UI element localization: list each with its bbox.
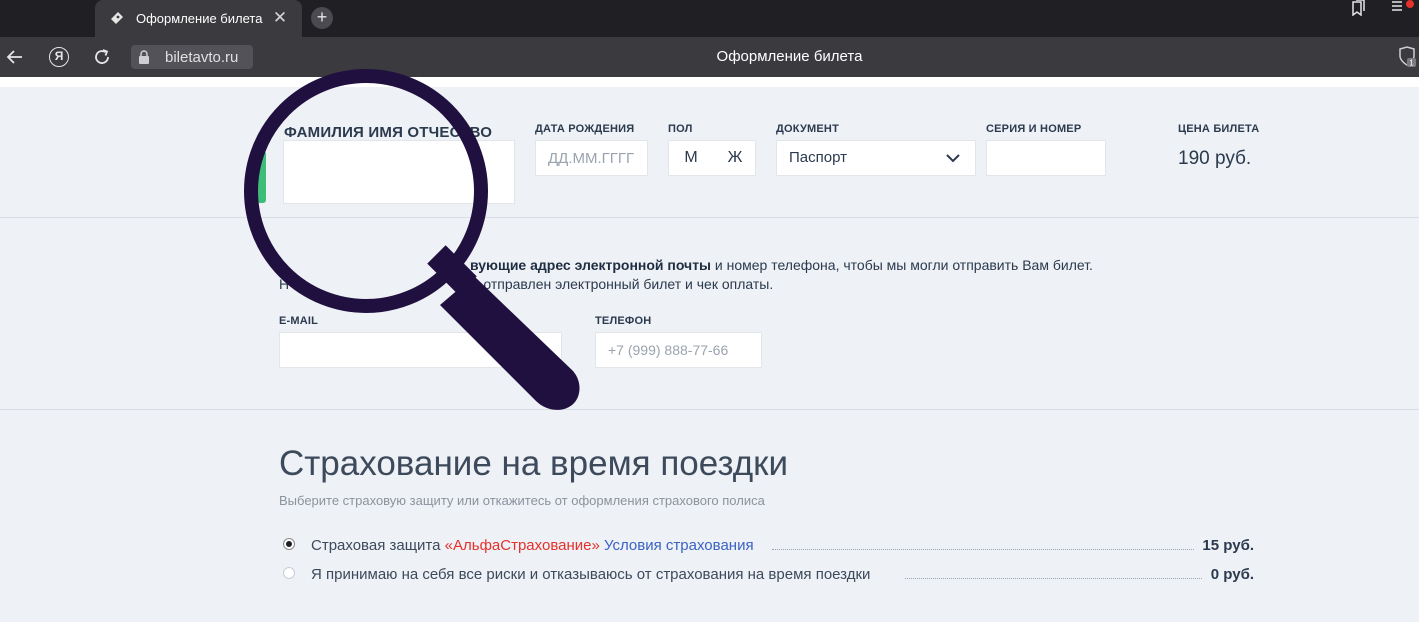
top-strip: [0, 77, 1419, 87]
new-tab-button[interactable]: +: [311, 7, 333, 29]
insurance-option-decline[interactable]: Я принимаю на себя все риски и отказываю…: [311, 566, 870, 583]
contacts-info-rest: и номер телефона, чтобы мы могли отправи…: [711, 257, 1093, 273]
full-name-label: ФАМИЛИЯ ИМЯ ОТЧЕСТВО: [284, 124, 493, 141]
notification-dot-icon: [1406, 0, 1414, 8]
contacts-info-bold: вующие адрес электронной почты: [470, 257, 712, 273]
ticket-icon: [109, 10, 125, 26]
close-tab-icon[interactable]: ✕: [272, 9, 288, 27]
phone-input[interactable]: +7 (999) 888-77-66: [595, 332, 762, 368]
tab-title: Оформление билета: [136, 11, 263, 26]
page-title: Оформление билета: [716, 48, 863, 65]
passenger-marker: [257, 151, 266, 203]
dotted-leader: [905, 578, 1202, 579]
insurance-radio-decline[interactable]: [283, 567, 295, 579]
insurance-option-alfa[interactable]: Страховая защита «АльфаСтрахование» Усло…: [311, 537, 754, 554]
email-input[interactable]: [279, 332, 562, 368]
ticket-price-label: ЦЕНА БИЛЕТА: [1178, 123, 1260, 135]
dotted-leader: [772, 549, 1194, 550]
full-name-input[interactable]: [283, 140, 515, 204]
browser-tab-bar: Оформление билета ✕ +: [0, 0, 1419, 37]
document-select[interactable]: Паспорт: [776, 140, 976, 176]
insurance-decline-price: 0 руб.: [1210, 566, 1254, 583]
page-content: ФАМИЛИЯ ИМЯ ОТЧЕСТВО ДАТА РОЖДЕНИЯ ДД.ММ…: [0, 77, 1419, 622]
ticket-price-value: 190 руб.: [1178, 148, 1252, 169]
browser-tab[interactable]: Оформление билета ✕: [95, 0, 302, 37]
section-divider: [0, 217, 1419, 218]
protect-shield-icon[interactable]: 1: [1398, 46, 1416, 68]
insurance-radio-alfa[interactable]: [283, 538, 295, 550]
gender-switch: М Ж: [668, 140, 756, 176]
contacts-info-line2-start: Н: [279, 276, 290, 292]
gender-male-option[interactable]: М: [669, 141, 713, 175]
phone-placeholder: +7 (999) 888-77-66: [608, 342, 729, 358]
series-number-label: СЕРИЯ И НОМЕР: [986, 123, 1082, 135]
birth-date-input[interactable]: ДД.ММ.ГГГГ: [535, 140, 648, 176]
birth-date-label: ДАТА РОЖДЕНИЯ: [535, 123, 635, 135]
insurance-title: Страхование на время поездки: [279, 444, 789, 483]
document-select-value: Паспорт: [789, 149, 847, 166]
chevron-down-icon: [945, 151, 961, 163]
document-label: ДОКУМЕНТ: [776, 123, 839, 135]
email-label: E-MAIL: [279, 315, 319, 327]
series-number-input[interactable]: [986, 140, 1106, 176]
insurance-option-alfa-prefix: Страховая защита: [311, 537, 445, 554]
bookmarks-icon[interactable]: [1349, 0, 1369, 17]
browser-address-bar: Я biletavto.ru Оформление билета 1: [0, 37, 1419, 77]
phone-label: ТЕЛЕФОН: [595, 315, 652, 327]
insurance-subtitle: Выберите страховую защиту или откажитесь…: [279, 493, 765, 508]
section-divider: [0, 409, 1419, 410]
insurance-alfa-price: 15 руб.: [1202, 537, 1254, 554]
gender-female-option[interactable]: Ж: [713, 141, 757, 175]
svg-text:1: 1: [1409, 59, 1414, 68]
contacts-info-line1: вующие адрес электронной почты и номер т…: [470, 257, 1093, 273]
gender-label: ПОЛ: [668, 123, 693, 135]
birth-date-placeholder: ДД.ММ.ГГГГ: [548, 150, 635, 167]
insurance-company-name: «АльфаСтрахование»: [444, 537, 600, 554]
contacts-info-line2: уде отправлен электронный билет и чек оп…: [457, 276, 774, 292]
insurance-terms-link[interactable]: Условия страхования: [604, 537, 754, 554]
